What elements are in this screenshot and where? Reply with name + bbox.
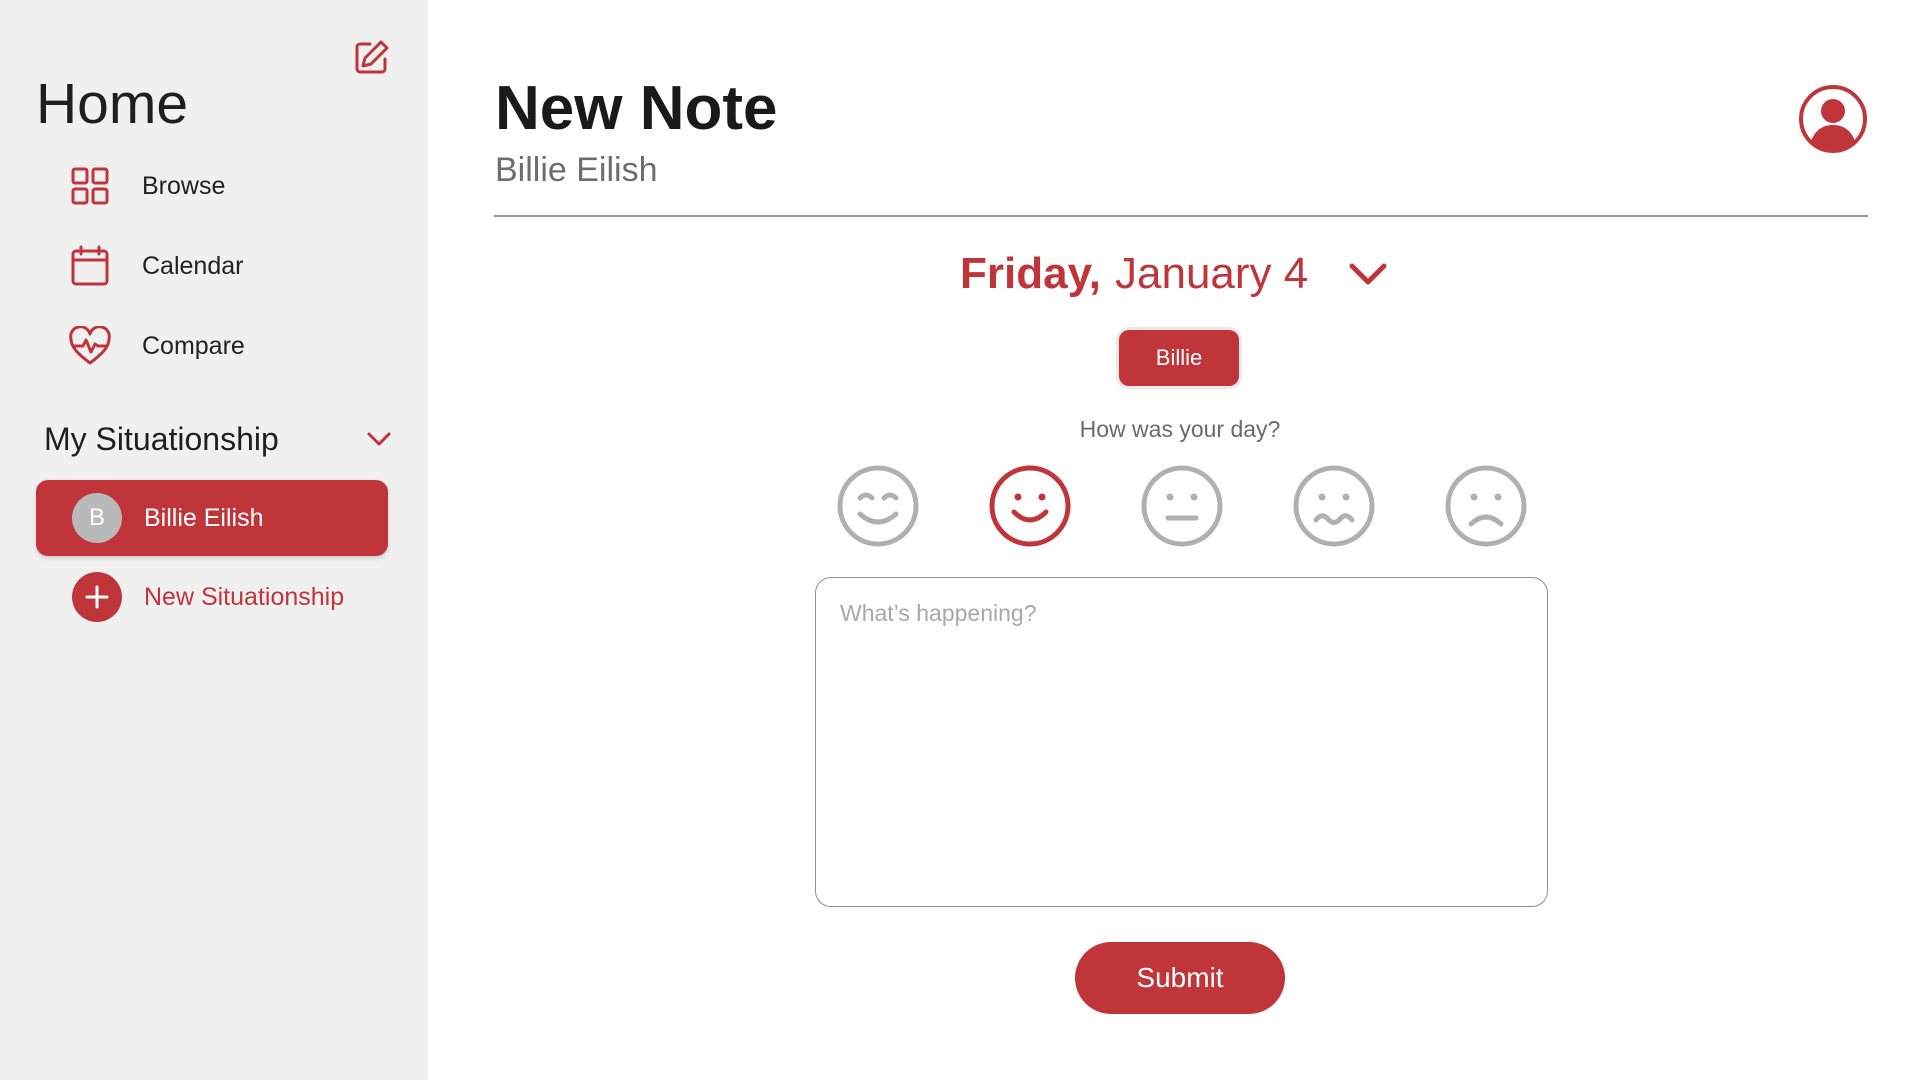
plus-icon [72,572,122,622]
heart-pulse-icon [60,318,120,374]
page-subtitle: Billie Eilish [495,151,658,189]
avatar: B [72,493,122,543]
date-month-day: January 4 [1115,249,1309,298]
mood-uneasy-icon[interactable] [1292,464,1376,548]
compose-icon[interactable] [352,37,392,77]
new-situationship-label: New Situationship [144,582,345,611]
sidebar-item-billie-eilish[interactable]: B Billie Eilish [36,480,388,556]
mood-happy-icon[interactable] [988,464,1072,548]
sidebar-item-compare[interactable]: Compare [60,318,390,374]
sidebar-item-browse[interactable]: Browse [60,158,390,214]
mood-sad-icon[interactable] [1444,464,1528,548]
sidebar-title: Home [36,72,189,136]
sidebar-item-label: Compare [142,331,245,360]
person-tag-button[interactable]: Billie [1119,330,1239,386]
mood-neutral-icon[interactable] [1140,464,1224,548]
mood-question: How was your day? [1079,416,1281,442]
page-title: New Note [495,74,778,143]
mood-very-happy-icon[interactable] [836,464,920,548]
sidebar-item-calendar[interactable]: Calendar [60,238,390,294]
note-textarea[interactable] [815,577,1548,907]
app-window: Home Browse Calendar Compare My Situatio… [0,0,1920,1080]
sidebar-item-label: Browse [142,171,226,200]
calendar-icon [60,238,120,294]
profile-icon[interactable] [1798,84,1868,154]
sidebar-item-label: Billie Eilish [144,503,264,532]
date-weekday: Friday, [960,249,1102,298]
grid-icon [60,158,120,214]
sidebar-item-label: Calendar [142,251,244,280]
header-divider [494,215,1868,217]
mood-selector [836,464,1528,548]
new-situationship-button[interactable]: New Situationship [72,572,392,622]
submit-button[interactable]: Submit [1075,942,1285,1014]
chevron-down-icon[interactable] [1346,252,1390,296]
sidebar: Home Browse Calendar Compare My Situatio… [0,0,428,1080]
date-selector[interactable]: Friday, January 4 [960,244,1400,304]
